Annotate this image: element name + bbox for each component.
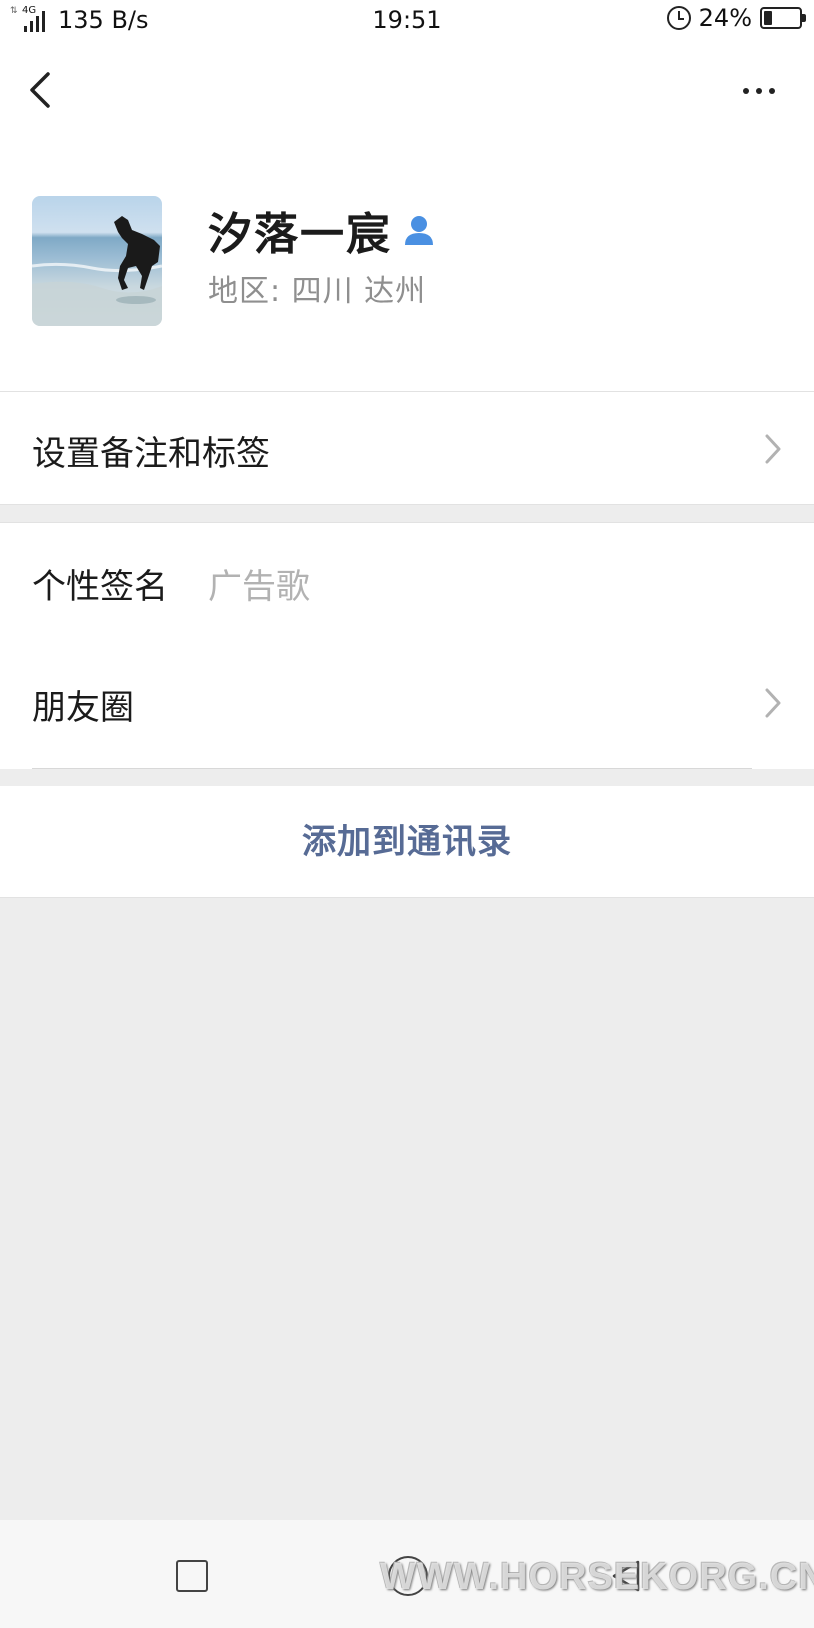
back-button[interactable] [24, 68, 64, 112]
chevron-left-icon [30, 72, 50, 108]
battery-icon [760, 7, 806, 29]
signature-value: 广告歌 [208, 567, 310, 607]
contact-person-icon [405, 216, 433, 245]
contact-region: 地区: 四川 达州 [208, 274, 427, 309]
battery-fill [764, 11, 772, 25]
add-to-contacts-row: 添加到通讯录 [0, 786, 814, 898]
remark-tags-label: 设置备注和标签 [32, 434, 270, 474]
moments-label: 朋友圈 [32, 688, 134, 728]
add-to-contacts-button[interactable]: 添加到通讯录 [0, 786, 814, 898]
system-nav-bar: WWW.HORSEKORG.CN [0, 1520, 814, 1628]
chevron-right-icon [765, 688, 781, 718]
more-button[interactable] [734, 76, 784, 106]
status-bar: ⇅ 4G 135 B/s 19:51 24% [0, 0, 814, 40]
battery-percent: 24% [698, 4, 752, 32]
signature-row: 个性签名 广告歌 [0, 522, 814, 636]
watermark-text: WWW.HORSEKORG.CN [380, 1556, 814, 1598]
name-row: 汐落一宸 [208, 198, 436, 262]
chevron-right-icon [765, 434, 781, 464]
moments-row[interactable]: 朋友圈 [0, 636, 814, 769]
alarm-icon [666, 6, 691, 30]
profile-header: 汐落一宸 地区: 四川 达州 [0, 140, 814, 392]
status-right: 24% [666, 4, 806, 32]
signature-label: 个性签名 [32, 567, 168, 607]
divider [32, 768, 752, 769]
more-dots-icon [743, 88, 749, 94]
set-remark-tags-row[interactable]: 设置备注和标签 [0, 392, 814, 505]
recent-apps-button[interactable] [176, 1560, 208, 1592]
avatar[interactable] [32, 196, 162, 326]
top-nav [0, 40, 814, 140]
horse-avatar-image [32, 216, 162, 326]
contact-name: 汐落一宸 [208, 209, 392, 260]
